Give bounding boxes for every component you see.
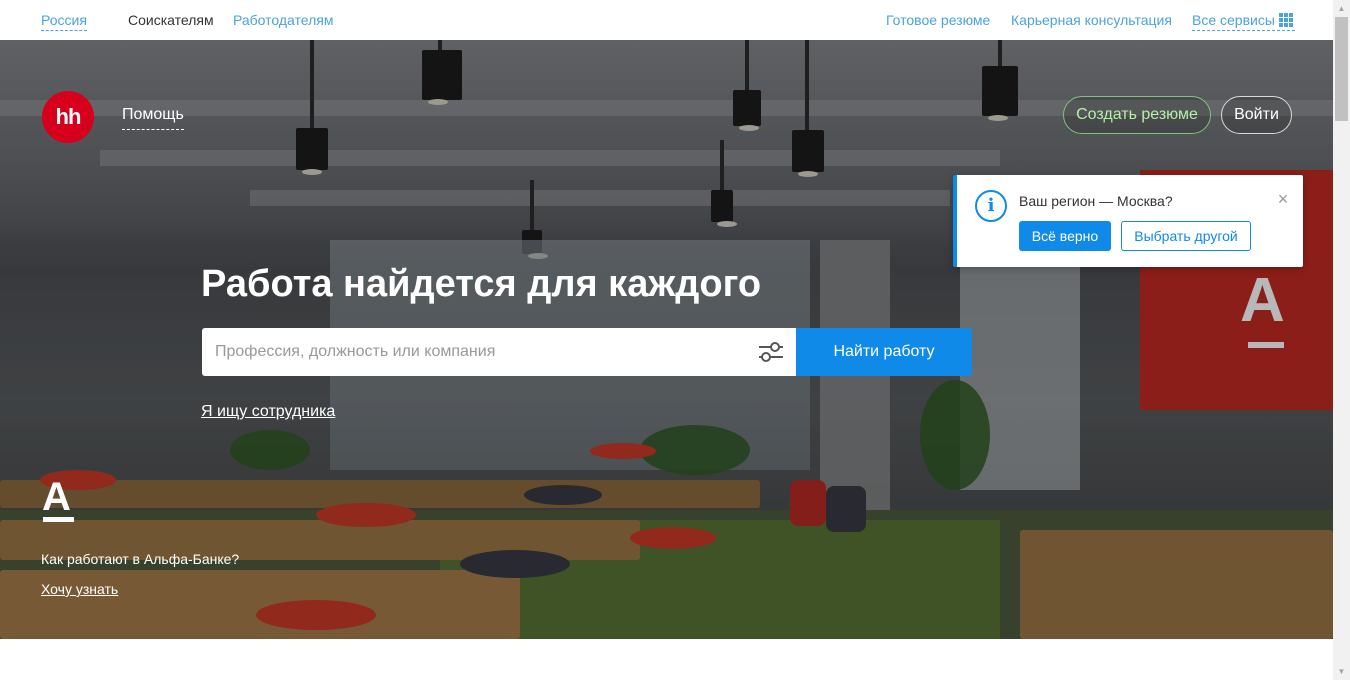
close-icon[interactable]: × xyxy=(1275,190,1291,208)
tab-employers[interactable]: Работодателям xyxy=(233,12,334,28)
ready-resume-link[interactable]: Готовое резюме xyxy=(886,12,990,28)
alfa-bank-logo[interactable]: А xyxy=(42,477,76,525)
region-question: Ваш регион — Москва? xyxy=(1019,193,1173,209)
region-confirm-popup: i Ваш регион — Москва? × Всё верно Выбра… xyxy=(953,175,1303,267)
hero-banner: А hh Помощь Создать резюме Войти Работа … xyxy=(0,40,1333,639)
page-title: Работа найдется для каждого xyxy=(201,263,762,305)
alfa-logo-letter: А xyxy=(42,475,71,519)
career-consultation-link[interactable]: Карьерная консультация xyxy=(1011,12,1172,28)
top-navigation-bar: Россия Соискателям Работодателям Готовое… xyxy=(0,0,1333,40)
help-link[interactable]: Помощь xyxy=(122,106,184,130)
search-input[interactable] xyxy=(202,328,742,376)
info-icon: i xyxy=(975,190,1007,222)
find-job-button[interactable]: Найти работу xyxy=(796,328,972,376)
scroll-down-arrow-icon[interactable]: ▼ xyxy=(1333,663,1350,680)
scrollbar-thumb[interactable] xyxy=(1335,17,1348,121)
page-scrollbar[interactable]: ▲ ▼ xyxy=(1333,0,1350,680)
scroll-up-arrow-icon[interactable]: ▲ xyxy=(1333,0,1350,17)
promo-learn-more-link[interactable]: Хочу узнать xyxy=(41,581,118,597)
tab-seekers[interactable]: Соискателям xyxy=(128,12,214,28)
search-box xyxy=(202,328,796,376)
create-resume-button[interactable]: Создать резюме xyxy=(1063,96,1211,134)
confirm-region-button[interactable]: Всё верно xyxy=(1019,221,1111,251)
login-button[interactable]: Войти xyxy=(1221,96,1292,134)
grid-icon[interactable] xyxy=(1279,13,1293,27)
employer-search-link[interactable]: Я ищу сотрудника xyxy=(201,403,335,421)
hh-logo[interactable]: hh xyxy=(42,91,94,143)
choose-other-region-button[interactable]: Выбрать другой xyxy=(1121,221,1251,251)
promo-question: Как работают в Альфа-Банке? xyxy=(41,551,240,567)
region-selector-link[interactable]: Россия xyxy=(41,12,87,31)
sliders-icon[interactable] xyxy=(758,341,784,363)
